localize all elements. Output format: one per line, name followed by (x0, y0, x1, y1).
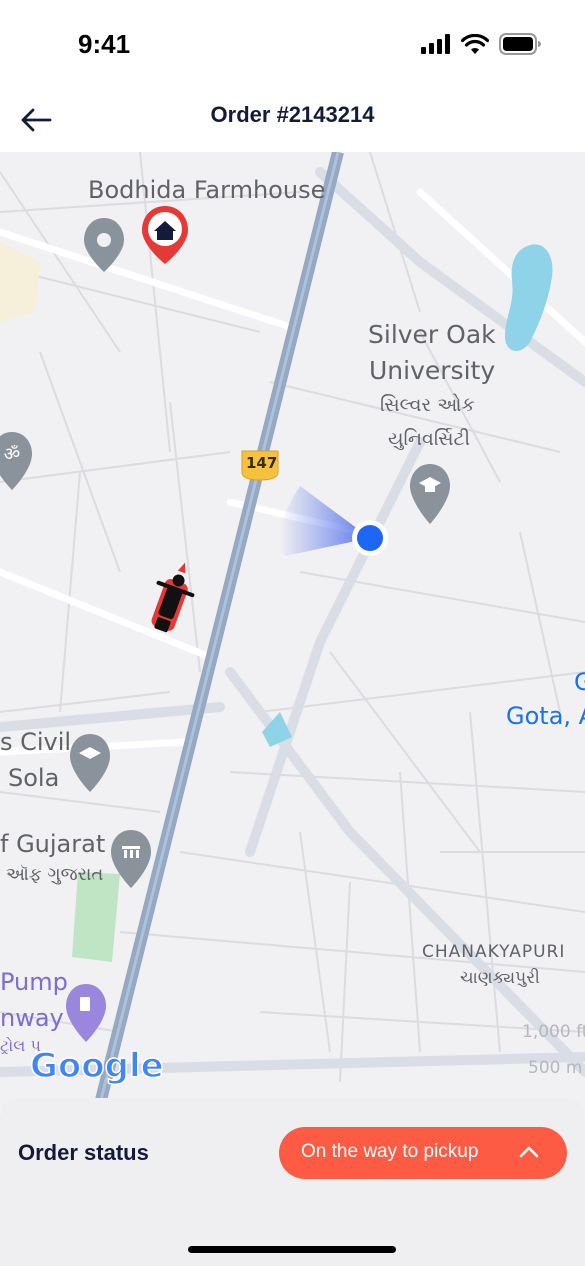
map-label-gota-g: G (574, 668, 585, 696)
map-label-chanakyapuri: CHANAKYAPURI (422, 942, 566, 962)
order-status-label: Order status (18, 1140, 149, 1165)
highway-number-label: 147 (246, 454, 278, 472)
order-status-button[interactable]: On the way to pickup (279, 1127, 567, 1179)
fuel-pin-icon (66, 984, 106, 1042)
map-label-silver-oak-gujarati: સિલ્વર ઓક (380, 394, 475, 416)
cellular-signal-icon (421, 34, 450, 54)
map-label-silver-oak: Silver Oak (368, 320, 496, 349)
status-icons (421, 32, 541, 56)
map-label-sola: Sola (8, 764, 60, 792)
chevron-up-icon (519, 1146, 539, 1158)
home-indicator (188, 1246, 396, 1253)
order-status-button-label: On the way to pickup (301, 1141, 479, 1162)
map-label-civil: s Civil (0, 728, 72, 756)
university-pin-icon (410, 464, 450, 524)
map-label-gujarat: f Gujarat (0, 830, 106, 858)
current-location-dot (352, 520, 388, 556)
google-logo: Google (29, 1045, 164, 1087)
map-label-nway: nway (0, 1004, 64, 1032)
map-label-gota: Gota, A (506, 702, 585, 730)
map-label-pump: Pump (0, 968, 68, 996)
map-scale-meters: 500 m (528, 1058, 583, 1078)
temple-pin-icon: ॐ (0, 432, 32, 490)
status-time: 9:41 (78, 29, 131, 59)
home-location-marker[interactable] (142, 206, 188, 264)
map-label-bodhida: Bodhida Farmhouse (88, 176, 326, 204)
svg-text:ॐ: ॐ (4, 444, 20, 465)
battery-icon (499, 33, 541, 55)
status-bar: 9:41 (0, 0, 585, 88)
map-label-university-gujarati: યુનિવર્સિટી (388, 428, 471, 450)
map-label-gujarat-gujarati: ઑફ ગુજરાત (6, 864, 104, 885)
order-status-sheet: Order status On the way to pickup (0, 1098, 585, 1266)
map-scale-feet: 1,000 ft (522, 1022, 585, 1042)
top-app-bar: Order #2143214 (0, 88, 585, 153)
map-view[interactable]: ॐ Bodhida Farmhouse Silver Oak Universit… (0, 152, 585, 1112)
wifi-icon (461, 33, 489, 54)
page-title: Order #2143214 (210, 102, 375, 127)
map-label-university: University (369, 356, 496, 385)
school-pin-icon (70, 734, 110, 792)
map-label-chanakyapuri-gujarati: ચાણક્યપુરી (460, 968, 540, 988)
